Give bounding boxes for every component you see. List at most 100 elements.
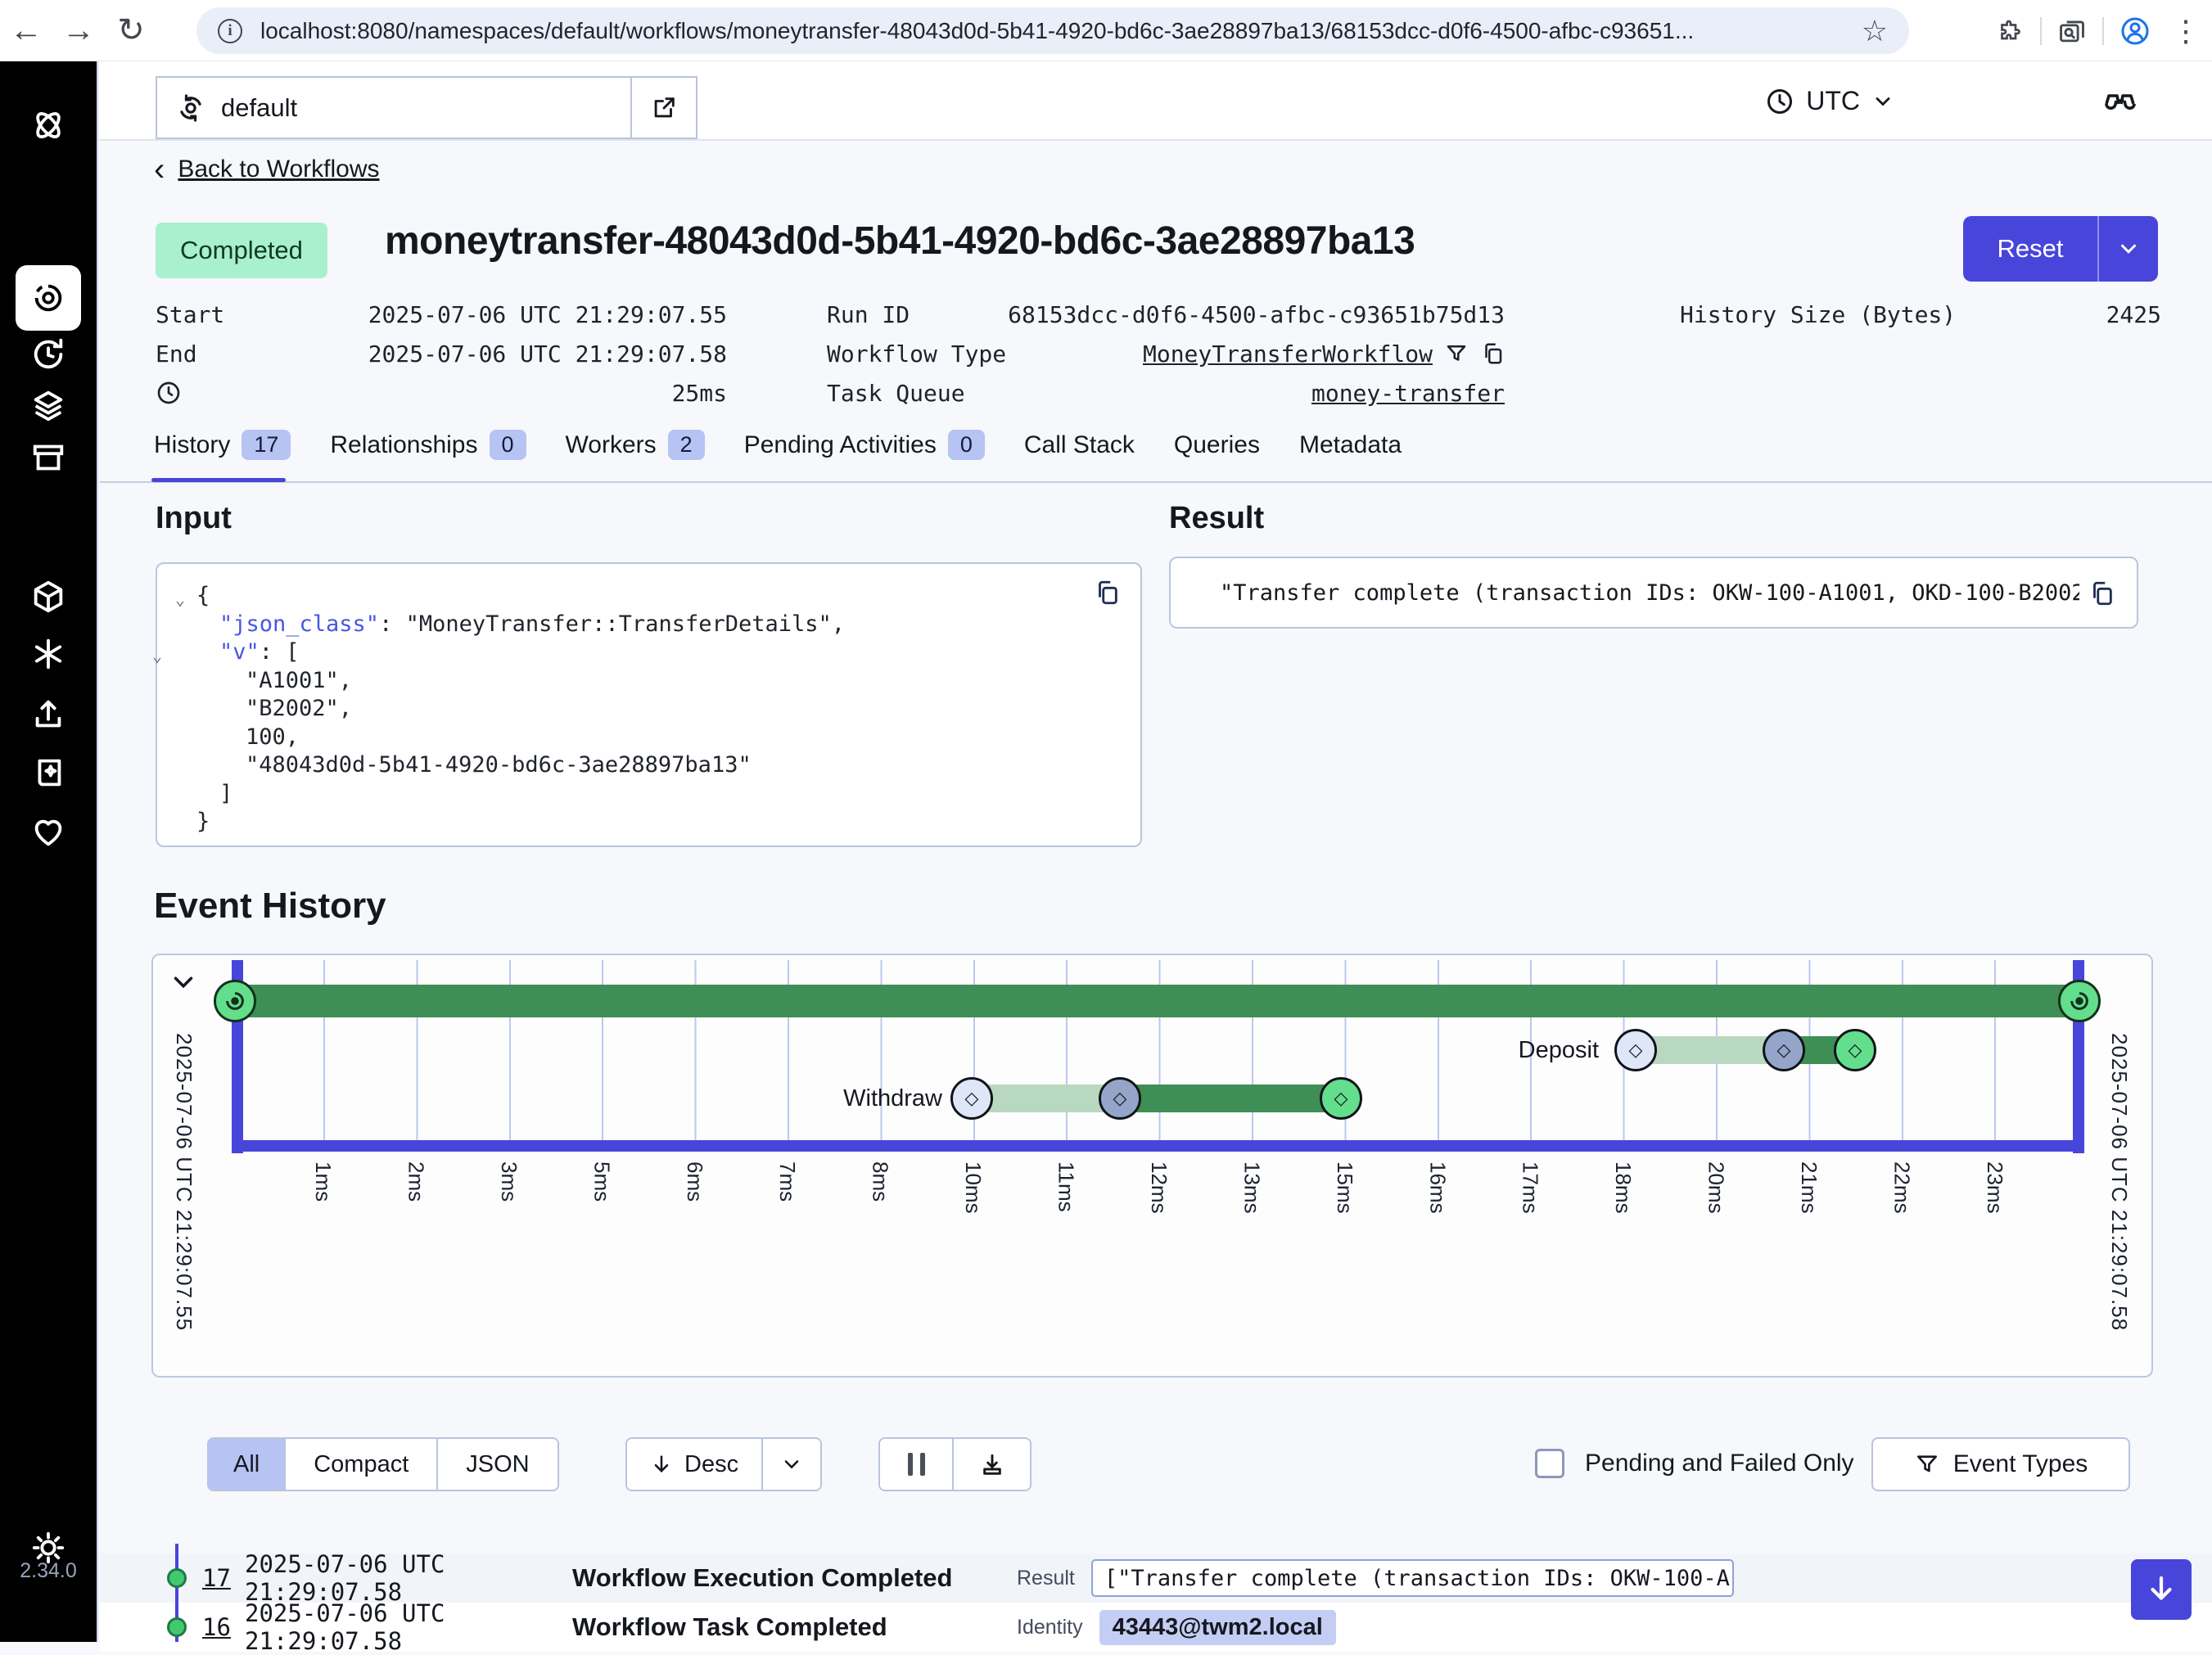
event-name: Workflow Execution Completed [572, 1563, 994, 1593]
axis-tick: 7ms [775, 1161, 800, 1284]
event-status-dot [167, 1617, 187, 1637]
run-id-label: Run ID [827, 301, 910, 328]
namespace-icon [175, 92, 206, 124]
event-name: Workflow Task Completed [572, 1612, 994, 1642]
axis-tick: 18ms [1611, 1161, 1636, 1284]
pause-button[interactable] [880, 1439, 952, 1490]
tab-call-stack[interactable]: Call Stack [1024, 431, 1135, 459]
run-id-value: 68153dcc-d0f6-4500-afbc-c93651b75d13 [1008, 301, 1505, 328]
sidebar-item-import[interactable] [29, 696, 67, 733]
scroll-to-bottom-button[interactable] [2131, 1559, 2192, 1620]
event-id-link[interactable]: 17 [202, 1564, 245, 1592]
workflow-type-label: Workflow Type [827, 340, 1006, 368]
tab-relationships[interactable]: Relationships 0 [330, 430, 526, 460]
deposit-scheduled-bar[interactable] [1636, 1036, 1784, 1064]
back-to-workflows-link[interactable]: ‹ Back to Workflows [154, 156, 380, 183]
copy-icon[interactable] [1480, 341, 1505, 366]
tab-workers[interactable]: Workers 2 [566, 430, 705, 460]
sidebar-item-schedules[interactable] [29, 334, 67, 372]
bookmark-star-icon[interactable]: ☆ [1862, 14, 1888, 48]
browser-menu-icon[interactable]: ⋮ [2166, 14, 2205, 48]
reset-label[interactable]: Reset [1963, 216, 2097, 282]
axis-tick: 10ms [961, 1161, 986, 1284]
tab-history[interactable]: History 17 [154, 430, 291, 460]
url-text[interactable]: localhost:8080/namespaces/default/workfl… [260, 18, 1849, 44]
end-label: End [156, 340, 197, 368]
labs-icon[interactable] [2101, 81, 2140, 120]
withdraw-scheduled-bar[interactable] [972, 1085, 1120, 1112]
chevron-down-icon [1871, 90, 1894, 113]
collapse-chevron-icon[interactable]: ⌄ [175, 585, 185, 614]
timezone-selector[interactable]: UTC [1765, 61, 1894, 141]
withdraw-started-node[interactable]: ◇ [1099, 1077, 1141, 1120]
reload-icon[interactable]: ↻ [105, 11, 157, 49]
chevron-down-icon [780, 1453, 803, 1476]
event-types-button[interactable]: Event Types [1871, 1437, 2130, 1491]
withdraw-row-label: Withdraw [843, 1085, 942, 1112]
separator [2102, 17, 2104, 45]
tab-search-icon[interactable] [2056, 16, 2088, 47]
sidebar-item-feedback[interactable] [29, 813, 67, 850]
collapse-chevron-icon[interactable]: ⌄ [152, 642, 162, 670]
version-label: 2.34.0 [0, 1559, 97, 1583]
sidebar-item-workflows[interactable] [16, 265, 81, 331]
pending-failed-label: Pending and Failed Only [1585, 1450, 1854, 1477]
reset-button[interactable]: Reset [1963, 216, 2158, 282]
sidebar-item-namespaces[interactable] [29, 578, 67, 616]
tab-metadata[interactable]: Metadata [1299, 431, 1402, 459]
tab-count-badge: 17 [242, 430, 291, 460]
duration-icon [156, 380, 182, 406]
deposit-scheduled-node[interactable]: ◇ [1614, 1029, 1657, 1071]
withdraw-completed-node[interactable]: ◇ [1320, 1077, 1362, 1120]
start-value: 2025-07-06 UTC 21:29:07.55 [368, 301, 727, 328]
namespace-name: default [221, 93, 297, 123]
view-compact-button[interactable]: Compact [284, 1439, 436, 1490]
sort-desc-button[interactable]: Desc [627, 1439, 761, 1490]
view-all-button[interactable]: All [209, 1439, 284, 1490]
extensions-icon[interactable] [1996, 16, 2025, 46]
workflow-end-node[interactable] [2058, 980, 2101, 1022]
sort-dropdown[interactable] [761, 1439, 820, 1490]
profile-icon[interactable] [2119, 15, 2151, 47]
back-icon[interactable]: ← [0, 12, 52, 49]
workflow-span-bar[interactable] [235, 985, 2079, 1017]
withdraw-scheduled-node[interactable]: ◇ [950, 1077, 993, 1120]
input-json-box: ⌄{ "json_class": "MoneyTransfer::Transfe… [156, 562, 1142, 847]
axis-tick: 22ms [1889, 1161, 1914, 1284]
download-button[interactable] [952, 1439, 1030, 1490]
json-line: } [196, 808, 1140, 837]
timeline-collapse-icon[interactable] [168, 967, 199, 998]
tab-count-badge: 2 [668, 430, 705, 460]
sidebar-item-archive[interactable] [29, 439, 67, 476]
withdraw-running-bar[interactable] [1120, 1085, 1341, 1112]
filter-icon[interactable] [1444, 341, 1469, 366]
address-bar[interactable]: i localhost:8080/namespaces/default/work… [196, 7, 1909, 54]
event-row[interactable]: 17 2025-07-06 UTC 21:29:07.58 Workflow E… [100, 1554, 2212, 1603]
axis-tick: 15ms [1333, 1161, 1357, 1284]
namespace-switcher[interactable]: default [156, 76, 697, 139]
pending-failed-checkbox[interactable] [1535, 1449, 1564, 1478]
deposit-started-node[interactable]: ◇ [1763, 1029, 1805, 1071]
forward-icon[interactable]: → [52, 12, 105, 49]
copy-icon[interactable] [2088, 579, 2115, 607]
reset-dropdown[interactable] [2097, 216, 2158, 282]
event-row[interactable]: 16 2025-07-06 UTC 21:29:07.58 Workflow T… [100, 1603, 2212, 1652]
task-queue-link[interactable]: money-transfer [1311, 380, 1505, 407]
input-heading: Input [156, 501, 232, 536]
namespace-external-link[interactable] [630, 78, 696, 138]
workflow-type-link[interactable]: MoneyTransferWorkflow [1143, 340, 1433, 368]
start-label: Start [156, 301, 224, 328]
workflow-start-node[interactable] [214, 980, 256, 1022]
temporal-logo [29, 106, 67, 144]
event-id-link[interactable]: 16 [202, 1613, 245, 1641]
view-json-button[interactable]: JSON [436, 1439, 557, 1490]
status-badge: Completed [156, 223, 327, 278]
sidebar-item-batch-operations[interactable] [29, 386, 67, 424]
event-time: 2025-07-06 UTC 21:29:07.58 [245, 1550, 572, 1606]
sidebar-item-nexus[interactable] [29, 635, 67, 673]
tab-queries[interactable]: Queries [1174, 431, 1260, 459]
site-info-icon[interactable]: i [218, 19, 242, 43]
sidebar-item-docs[interactable] [29, 754, 67, 791]
tab-pending-activities[interactable]: Pending Activities 0 [744, 430, 985, 460]
deposit-completed-node[interactable]: ◇ [1834, 1029, 1876, 1071]
